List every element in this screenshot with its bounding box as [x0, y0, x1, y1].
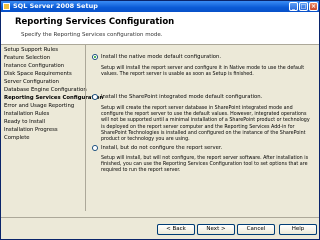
files-only-label[interactable]: Install, but do not configure the report… — [101, 145, 222, 151]
footer-divider — [1, 217, 319, 218]
files-only-description: Setup will install, but will not configu… — [101, 156, 309, 174]
window-title: SQL Server 2008 Setup — [13, 2, 98, 10]
sharepoint-mode-description: Setup will create the report server data… — [101, 106, 310, 143]
page-title: Reporting Services Configuration — [15, 17, 175, 27]
close-button[interactable]: × — [309, 2, 318, 11]
options-panel: Install the native mode default configur… — [85, 45, 319, 211]
cancel-button[interactable]: Cancel — [237, 224, 275, 235]
sidebar-item-disk-space-requirements[interactable]: Disk Space Requirements — [4, 71, 72, 78]
back-button[interactable]: < Back — [157, 224, 195, 235]
sharepoint-mode-label[interactable]: Install the SharePoint integrated mode d… — [101, 94, 262, 100]
native-mode-label[interactable]: Install the native mode default configur… — [101, 54, 221, 60]
next-button[interactable]: Next > — [197, 224, 235, 235]
sidebar-item-complete[interactable]: Complete — [4, 135, 30, 142]
sidebar-item-server-configuration[interactable]: Server Configuration — [4, 79, 59, 86]
native-mode-radio[interactable] — [92, 54, 98, 60]
page-header: Reporting Services Configuration Specify… — [1, 12, 319, 45]
sidebar-item-error-and-usage-reporting[interactable]: Error and Usage Reporting — [4, 103, 74, 110]
sidebar-item-setup-support-rules[interactable]: Setup Support Rules — [4, 47, 58, 54]
native-mode-description: Setup will install the report server and… — [101, 66, 305, 78]
sidebar-item-installation-progress[interactable]: Installation Progress — [4, 127, 58, 134]
minimize-button[interactable]: _ — [289, 2, 298, 11]
page-subtitle: Specify the Reporting Services configura… — [21, 32, 163, 38]
sidebar-item-feature-selection[interactable]: Feature Selection — [4, 55, 50, 62]
setup-steps-sidebar: Setup Support Rules Feature Selection In… — [1, 45, 103, 235]
sql-server-app-icon — [3, 3, 10, 10]
maximize-button[interactable]: □ — [299, 2, 308, 11]
files-only-radio[interactable] — [92, 145, 98, 151]
help-button[interactable]: Help — [279, 224, 317, 235]
sidebar-item-database-engine-configuration[interactable]: Database Engine Configuration — [4, 87, 87, 94]
title-bar[interactable]: SQL Server 2008 Setup _ □ × — [1, 1, 319, 12]
sharepoint-mode-radio[interactable] — [92, 94, 98, 100]
sidebar-item-installation-rules[interactable]: Installation Rules — [4, 111, 49, 118]
sidebar-item-ready-to-install[interactable]: Ready to Install — [4, 119, 45, 126]
sidebar-item-instance-configuration[interactable]: Instance Configuration — [4, 63, 64, 70]
setup-window: SQL Server 2008 Setup _ □ × Reporting Se… — [0, 0, 320, 240]
